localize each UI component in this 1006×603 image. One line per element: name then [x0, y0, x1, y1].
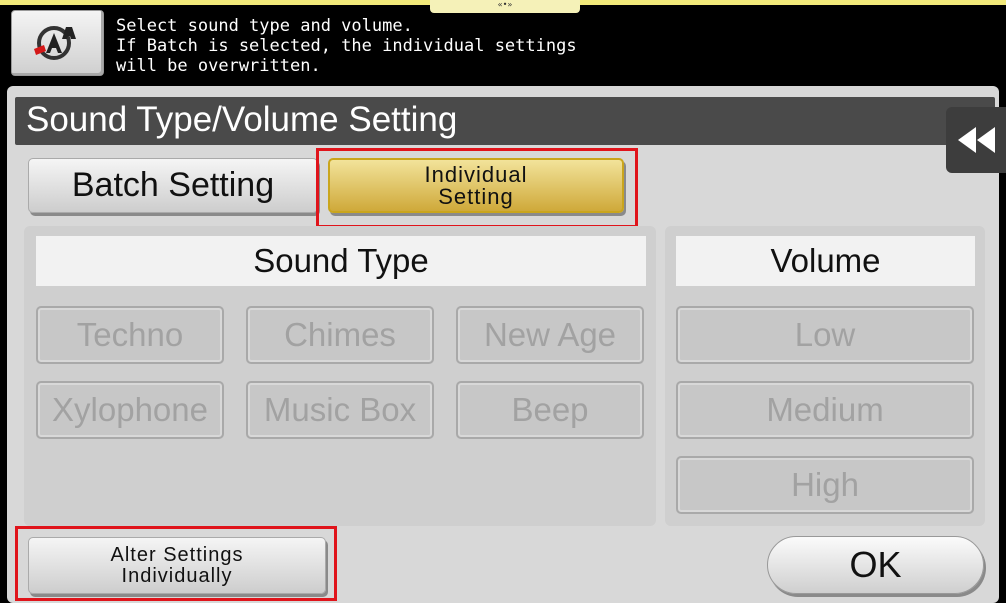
ok-button[interactable]: OK: [767, 536, 984, 594]
volume-option-low[interactable]: Low: [676, 306, 974, 364]
volume-option-medium[interactable]: Medium: [676, 381, 974, 439]
highlight-individual: [316, 148, 638, 228]
sound-type-heading: Sound Type: [36, 236, 646, 286]
instruction-text: Select sound type and volume. If Batch i…: [116, 16, 577, 76]
sound-option-chimes[interactable]: Chimes: [246, 306, 434, 364]
collapse-button[interactable]: [946, 107, 1006, 173]
help-button[interactable]: [11, 10, 104, 76]
sound-help-icon: [34, 26, 76, 60]
sound-option-xylophone[interactable]: Xylophone: [36, 381, 224, 439]
pull-tab[interactable]: «•»: [430, 0, 580, 13]
pull-tab-glyph: «•»: [497, 0, 513, 9]
sound-option-music-box[interactable]: Music Box: [246, 381, 434, 439]
volume-option-high[interactable]: High: [676, 456, 974, 514]
highlight-alter-settings: [15, 526, 337, 601]
page-title: Sound Type/Volume Setting: [26, 100, 458, 139]
sound-option-beep[interactable]: Beep: [456, 381, 644, 439]
batch-setting-button[interactable]: Batch Setting: [28, 158, 318, 213]
sound-option-techno[interactable]: Techno: [36, 306, 224, 364]
double-chevron-left-icon: [958, 127, 995, 153]
volume-heading: Volume: [676, 236, 975, 286]
sound-option-new-age[interactable]: New Age: [456, 306, 644, 364]
